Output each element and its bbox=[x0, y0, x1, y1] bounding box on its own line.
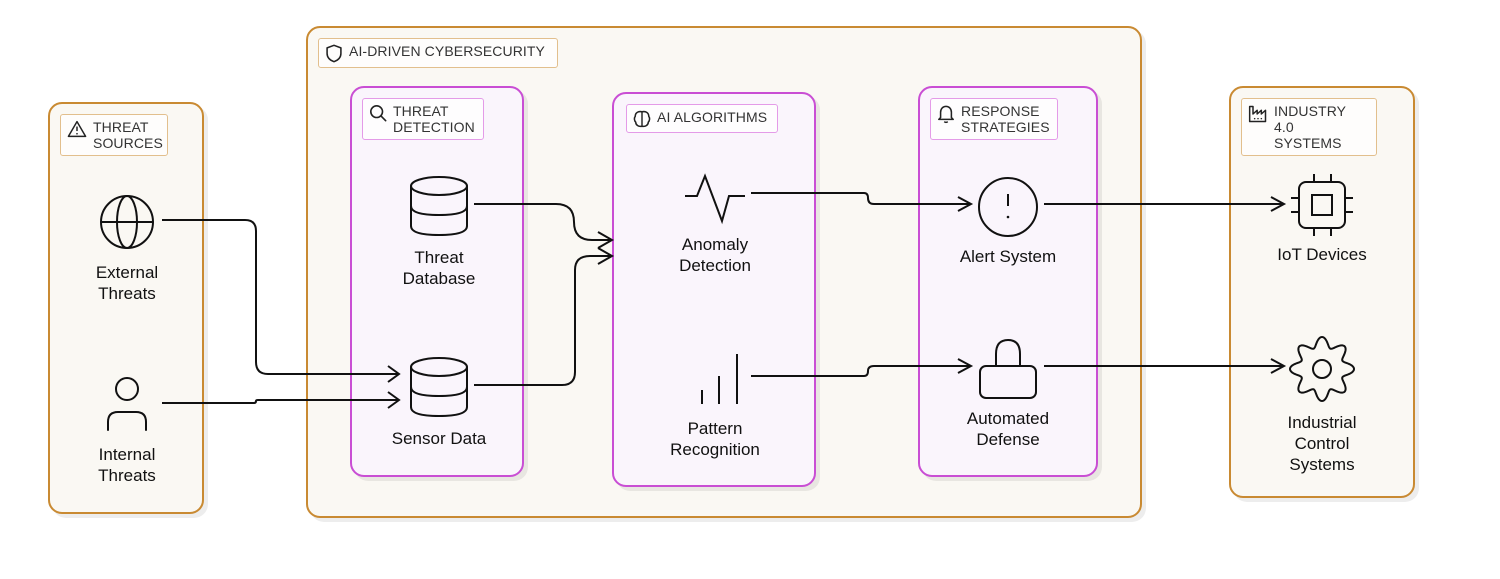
node-automated-defense[interactable]: Automated Defense bbox=[948, 336, 1068, 450]
node-external-threats[interactable]: External Threats bbox=[72, 192, 182, 304]
bell-icon bbox=[938, 105, 954, 124]
group-title: RESPONSE STRATEGIES bbox=[961, 103, 1050, 135]
node-label: Sensor Data bbox=[391, 429, 487, 448]
node-iot-devices[interactable]: IoT Devices bbox=[1262, 172, 1382, 265]
group-label: THREAT SOURCES bbox=[60, 114, 168, 156]
group-title: INDUSTRY 4.0 SYSTEMS bbox=[1274, 103, 1346, 151]
bar-chart-icon bbox=[701, 354, 738, 404]
node-label: Threat Database bbox=[402, 248, 476, 288]
node-sensor-data[interactable]: Sensor Data bbox=[384, 356, 494, 449]
node-alert-system[interactable]: Alert System bbox=[948, 176, 1068, 267]
lock-icon bbox=[979, 338, 1037, 399]
warning-triangle-icon bbox=[67, 120, 87, 138]
node-label: Anomaly Detection bbox=[679, 235, 751, 275]
alert-circle-icon bbox=[978, 177, 1038, 237]
pulse-icon bbox=[685, 173, 745, 225]
group-label: RESPONSE STRATEGIES bbox=[930, 98, 1058, 140]
group-title: AI-DRIVEN CYBERSECURITY bbox=[349, 43, 545, 59]
group-title: THREAT DETECTION bbox=[393, 103, 475, 135]
shield-icon bbox=[326, 44, 342, 63]
node-label: Pattern Recognition bbox=[670, 419, 760, 459]
group-label: THREAT DETECTION bbox=[362, 98, 484, 140]
globe-icon bbox=[100, 195, 154, 249]
factory-icon bbox=[1248, 105, 1267, 123]
node-label: Internal Threats bbox=[98, 445, 156, 485]
search-icon bbox=[369, 104, 387, 122]
user-icon bbox=[107, 377, 147, 431]
node-label: External Threats bbox=[95, 263, 159, 303]
node-industrial-control-systems[interactable]: Industrial Control Systems bbox=[1262, 334, 1382, 475]
database-icon bbox=[410, 176, 468, 237]
cpu-chip-icon bbox=[1291, 174, 1353, 236]
group-label: AI-DRIVEN CYBERSECURITY bbox=[318, 38, 558, 68]
group-title: AI ALGORITHMS bbox=[657, 109, 768, 125]
node-label: Automated Defense bbox=[966, 409, 1050, 449]
node-label: IoT Devices bbox=[1277, 245, 1367, 264]
gear-icon bbox=[1288, 335, 1356, 403]
node-label: Industrial Control Systems bbox=[1287, 413, 1357, 474]
node-internal-threats[interactable]: Internal Threats bbox=[72, 374, 182, 486]
node-threat-database[interactable]: Threat Database bbox=[384, 175, 494, 289]
node-pattern-recognition[interactable]: Pattern Recognition bbox=[650, 352, 780, 460]
group-label: AI ALGORITHMS bbox=[626, 104, 778, 133]
brain-icon bbox=[633, 110, 651, 128]
node-anomaly-detection[interactable]: Anomaly Detection bbox=[655, 166, 775, 276]
group-title: THREAT SOURCES bbox=[93, 119, 163, 151]
database-icon bbox=[410, 357, 468, 418]
group-label: INDUSTRY 4.0 SYSTEMS bbox=[1241, 98, 1377, 156]
node-label: Alert System bbox=[959, 247, 1057, 266]
